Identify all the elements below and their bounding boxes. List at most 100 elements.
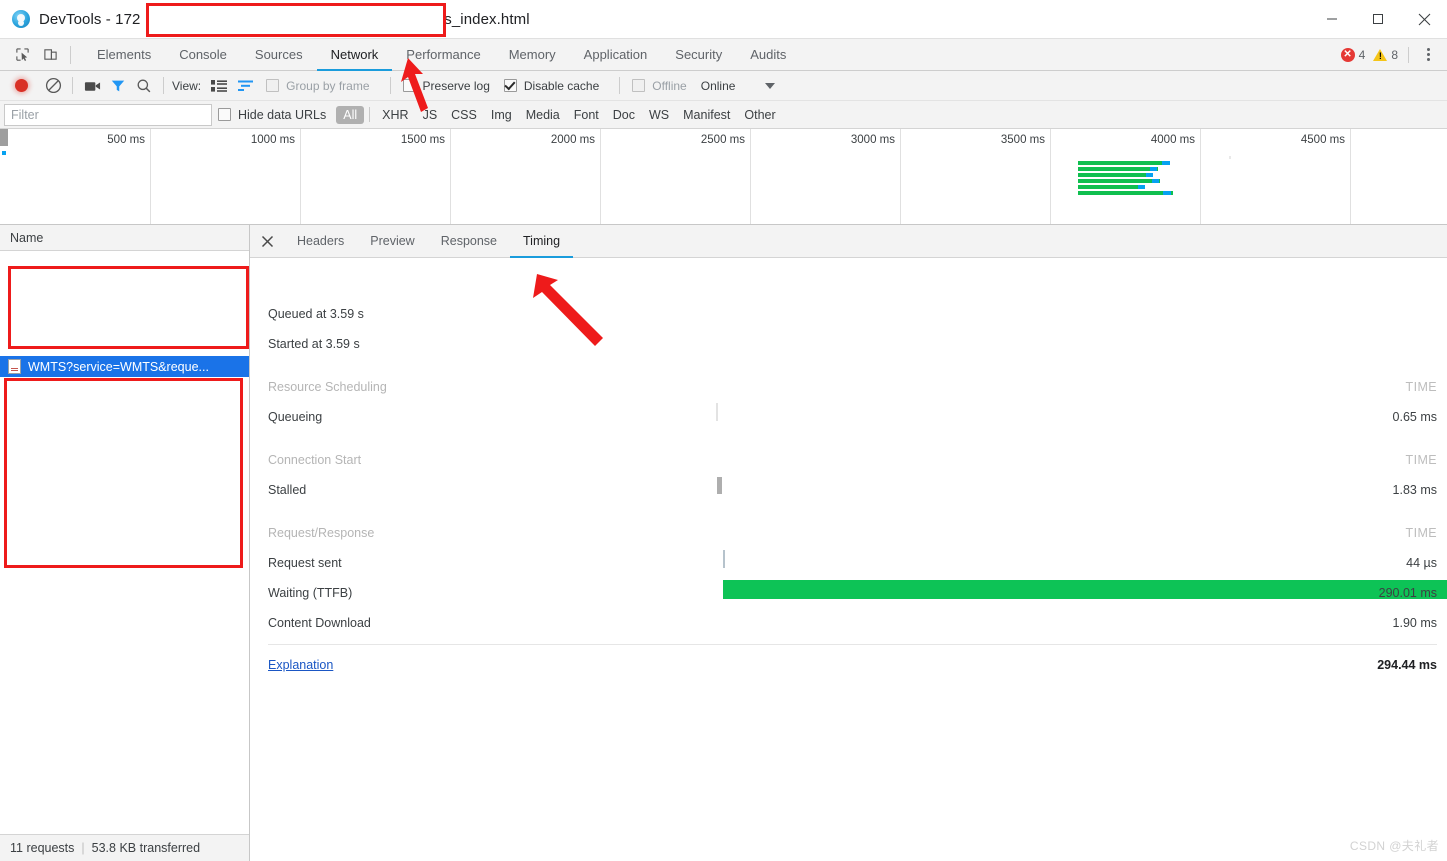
- filter-type-media[interactable]: Media: [519, 106, 567, 124]
- divider: [1408, 46, 1409, 63]
- network-overview-timeline[interactable]: 500 ms 1000 ms 1500 ms 2000 ms 2500 ms 3…: [0, 129, 1447, 225]
- hide-data-urls-checkbox[interactable]: Hide data URLs: [218, 108, 326, 122]
- maximize-icon[interactable]: [1355, 0, 1401, 38]
- filter-type-other[interactable]: Other: [737, 106, 782, 124]
- row-stalled-label: Stalled: [268, 483, 307, 497]
- divider: [163, 77, 164, 94]
- offline-label: Offline: [652, 78, 687, 93]
- gridline: [600, 129, 601, 224]
- group-by-frame-checkbox[interactable]: Group by frame: [266, 78, 370, 93]
- gridline: [900, 129, 901, 224]
- offline-checkbox[interactable]: Offline: [632, 78, 687, 93]
- divider: [369, 107, 371, 122]
- window-title: DevTools - 172: [39, 10, 141, 28]
- search-icon[interactable]: [131, 74, 157, 98]
- filter-input[interactable]: [4, 103, 212, 126]
- row-waiting-ttfb-time: 290.01 ms: [1378, 586, 1437, 600]
- overview-scroll-handle[interactable]: [0, 129, 8, 146]
- filter-icon[interactable]: [105, 74, 131, 98]
- list-view-icon[interactable]: [206, 74, 232, 98]
- tab-application[interactable]: Application: [570, 39, 662, 70]
- filter-type-all[interactable]: All: [336, 105, 365, 124]
- checkbox-box: [503, 79, 517, 92]
- toggle-device-toolbar-icon[interactable]: [36, 42, 64, 68]
- tab-console[interactable]: Console: [165, 39, 241, 70]
- close-icon[interactable]: [1401, 0, 1447, 38]
- filter-bar: Hide data URLs All XHR JS CSS Img Media …: [0, 101, 1447, 129]
- total-time: 294.44 ms: [1377, 658, 1437, 672]
- clear-icon[interactable]: [40, 74, 66, 98]
- section-request-response: Request/Response: [268, 526, 375, 540]
- annotation-box-title: [146, 3, 446, 37]
- overview-tick: 1000 ms: [250, 134, 295, 146]
- status-separator: |: [81, 841, 85, 855]
- network-status-bar: 11 requests | 53.8 KB transferred: [0, 834, 249, 861]
- tab-security[interactable]: Security: [661, 39, 736, 70]
- tab-network[interactable]: Network: [316, 39, 393, 71]
- record-button[interactable]: [8, 74, 34, 98]
- row-queueing-label: Queueing: [268, 410, 323, 424]
- filter-type-manifest[interactable]: Manifest: [676, 106, 737, 124]
- overview-request-bar-download: [1146, 173, 1153, 177]
- inspect-element-icon[interactable]: [8, 42, 36, 68]
- overview-tick: 1500 ms: [400, 134, 445, 146]
- tab-audits[interactable]: Audits: [736, 39, 800, 70]
- close-detail-icon[interactable]: [250, 225, 284, 257]
- gridline: [1350, 129, 1351, 224]
- group-by-frame-label: Group by frame: [286, 78, 370, 93]
- annotation-box-request-list-top: [8, 266, 249, 349]
- view-label: View:: [172, 78, 202, 93]
- row-stalled-bar: [717, 477, 722, 494]
- annotation-arrow-network: [401, 58, 428, 112]
- divider: [389, 77, 391, 94]
- network-toolbar: View: Group by frame Preserve log Disabl…: [0, 71, 1447, 101]
- tab-preview[interactable]: Preview: [357, 225, 427, 257]
- devtools-icon: [12, 10, 30, 28]
- warning-icon: [1373, 48, 1388, 61]
- filter-type-img[interactable]: Img: [484, 106, 519, 124]
- filter-type-font[interactable]: Font: [567, 106, 606, 124]
- gridline: [300, 129, 301, 224]
- divider: [72, 77, 73, 94]
- overview-request-bar-download: [1138, 185, 1145, 189]
- tab-memory[interactable]: Memory: [495, 39, 570, 70]
- row-request-sent-time: 44 µs: [1406, 556, 1437, 570]
- time-header: TIME: [1405, 526, 1437, 540]
- overview-tick: 4500 ms: [1300, 134, 1345, 146]
- row-request-sent-label: Request sent: [268, 556, 342, 570]
- error-counter[interactable]: ✕ 4: [1337, 47, 1370, 62]
- more-options-icon[interactable]: [1415, 42, 1441, 68]
- checkbox-box: [218, 108, 231, 121]
- capture-screenshots-icon[interactable]: [79, 74, 105, 98]
- disable-cache-label: Disable cache: [523, 78, 600, 93]
- transferred-size: 53.8 KB transferred: [91, 841, 201, 855]
- tab-sources[interactable]: Sources: [241, 39, 317, 70]
- gridline: [150, 129, 151, 224]
- list-item[interactable]: WMTS?service=WMTS&reque...: [0, 356, 249, 377]
- waterfall-view-icon[interactable]: [232, 74, 258, 98]
- annotation-box-request-list-bottom: [4, 378, 243, 568]
- gridline: [450, 129, 451, 224]
- column-header-name: Name: [10, 230, 44, 245]
- tab-response[interactable]: Response: [428, 225, 510, 257]
- minimize-icon[interactable]: [1309, 0, 1355, 38]
- hide-data-urls-label: Hide data URLs: [238, 107, 327, 122]
- row-waiting-ttfb-bar: [723, 580, 1447, 599]
- gridline: [1200, 129, 1201, 224]
- disable-cache-checkbox[interactable]: Disable cache: [503, 78, 600, 93]
- explanation-link[interactable]: Explanation: [268, 658, 333, 672]
- tab-timing[interactable]: Timing: [510, 225, 574, 258]
- filter-type-doc[interactable]: Doc: [606, 106, 642, 124]
- request-list-header[interactable]: Name: [0, 225, 249, 251]
- overview-tick: 2000 ms: [550, 134, 595, 146]
- filter-type-ws[interactable]: WS: [642, 106, 676, 124]
- throttling-value[interactable]: Online: [701, 79, 736, 93]
- panel-tab-bar: Elements Console Sources Network Perform…: [0, 39, 1447, 71]
- request-detail-panel: Headers Preview Response Timing Queued a…: [250, 225, 1447, 861]
- tab-headers[interactable]: Headers: [284, 225, 357, 257]
- dropdown-caret-icon[interactable]: [765, 82, 776, 89]
- overview-request-bar-download: [1150, 167, 1157, 171]
- overview-marker-faint: [1229, 156, 1231, 159]
- warning-counter[interactable]: 8: [1369, 48, 1402, 62]
- tab-elements[interactable]: Elements: [83, 39, 165, 70]
